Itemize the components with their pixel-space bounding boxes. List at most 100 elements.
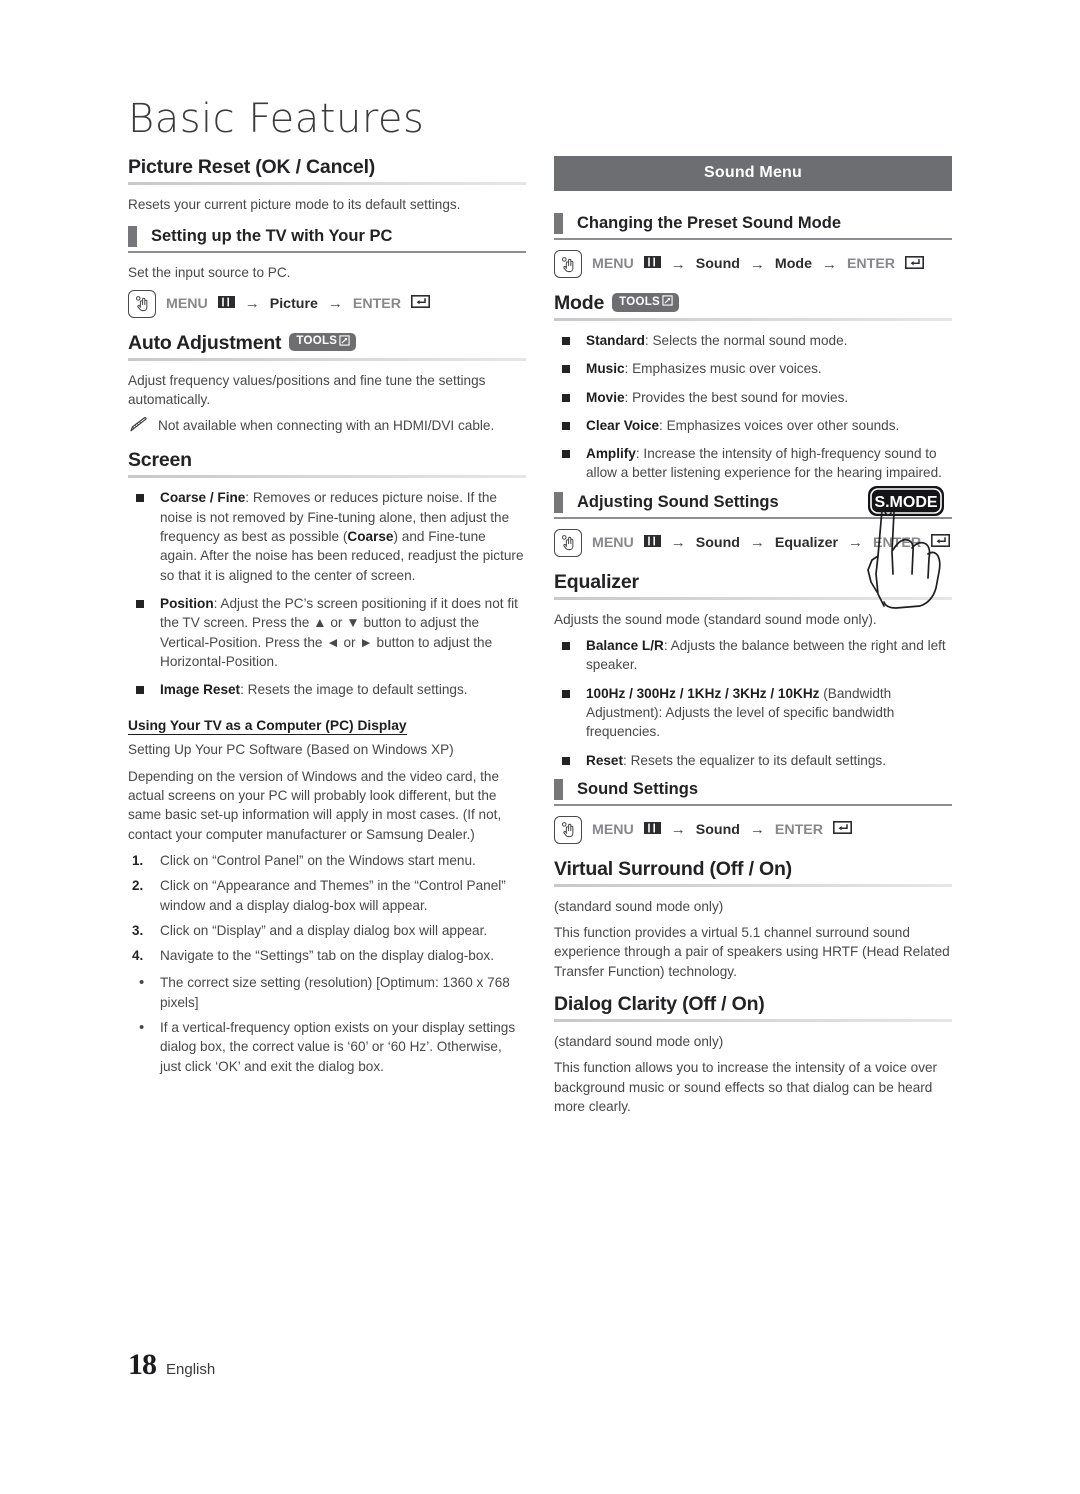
subheading-rule [554,803,952,806]
path-arrow-1: → [670,534,686,552]
mode-section: Mode TOOLS S.MODE Standard: Selects the … [554,292,952,609]
section-heading-equalizer: Equalizer [554,571,952,597]
item-label: Amplify [586,446,636,462]
heading-rule [554,596,952,600]
hand-press-icon [554,250,582,278]
list-item: Coarse / Fine: Removes or reduces pictur… [128,488,526,584]
item-text: : Provides the best sound for movies. [624,389,849,405]
page-title: Basic Features [128,96,425,142]
menu-label: MENU [592,256,634,272]
section-heading-picture-reset: Picture Reset (OK / Cancel) [128,156,526,182]
mode-bullet-list-wide: Amplify: Increase the intensity of high-… [554,444,952,483]
enter-key-icon [905,255,925,273]
subheading-sound-settings: Sound Settings [554,778,952,800]
screen-bullet-list: Coarse / Fine: Removes or reduces pictur… [128,488,526,699]
tools-arrow-icon [662,295,673,310]
subheading-pc-display: Using Your TV as a Computer (PC) Display [128,718,407,736]
path-arrow-1: → [670,255,686,273]
subheading-rule [554,238,952,240]
path-arrow-2: → [749,821,765,839]
tools-badge-label: TOOLS [296,335,338,348]
subheading-adjusting-sound-settings: Adjusting Sound Settings [554,491,952,513]
subheading-text: Sound Settings [577,779,698,798]
pencil-note-icon [129,417,148,438]
item-text: : Emphasizes voices over other sounds. [659,417,900,433]
heading-rule [128,357,526,361]
manual-page: Basic Features Picture Reset (OK / Cance… [0,0,1080,1494]
left-column: Picture Reset (OK / Cancel) Resets your … [128,156,526,1128]
path-arrow-1: → [670,821,686,839]
item-inline-bold: Coarse [347,529,394,545]
enter-key-icon [931,534,951,551]
item-text: : Selects the normal sound mode. [644,333,848,348]
subheading-text: Changing the Preset Sound Mode [577,214,842,232]
item-text: : Resets the equalizer to its default se… [623,752,886,768]
note-text: Not available when connecting with an HD… [158,418,495,434]
item-label: Movie [586,389,625,405]
page-number: 18 [128,1348,157,1381]
enter-key-icon [410,295,430,312]
list-item: Movie: Provides the best sound for movie… [554,388,952,407]
path-step-mode: Mode [774,256,812,272]
virtual-surround-note: (standard sound mode only) [554,898,724,914]
enter-label: ENTER [873,534,922,551]
tools-badge-label: TOOLS [619,295,661,308]
item-label: Balance L/R [586,638,664,654]
subheading-rule [128,251,526,254]
setting-up-pc-body: Set the input source to PC. [128,265,291,281]
section-heading-virtual-surround: Virtual Surround (Off / On) [554,858,952,884]
path-arrow-2: → [749,255,765,273]
item-label: Reset [586,752,624,768]
list-item: Click on “Appearance and Themes” in the … [132,876,506,913]
item-text: : Adjust the PC’s screen positioning if … [160,595,518,669]
path-arrow-1: → [244,295,260,313]
path-arrow-3: → [821,255,837,273]
heading-text: Mode [554,292,605,314]
list-item: Navigate to the “Settings” tab on the di… [132,946,495,965]
enter-label: ENTER [774,821,824,838]
list-item: Music: Emphasizes music over voices. [554,359,952,378]
heading-text: Equalizer [554,570,639,593]
section-heading-dialog-clarity: Dialog Clarity (Off / On) [554,993,952,1019]
path-arrow-2: → [327,295,343,313]
footer-language: English [166,1361,216,1378]
path-step-picture: Picture [269,295,318,312]
auto-adjustment-note: Not available when connecting with an HD… [128,416,526,435]
path-step-sound: Sound [695,256,740,272]
dialog-clarity-body: This function allows you to increase the… [554,1060,938,1114]
tools-badge: TOOLS [612,293,680,312]
path-step-sound: Sound [695,821,740,838]
enter-label: ENTER [846,256,896,272]
subheading-marker-bar [554,213,563,234]
menu-bars-icon [643,256,661,272]
right-column: Sound Menu Changing the Preset Sound Mod… [554,156,952,1128]
section-heading-mode: Mode TOOLS [554,292,952,318]
pc-display-subtitle: Setting Up Your PC Software (Based on Wi… [128,742,454,758]
heading-text: Picture Reset (OK / Cancel) [128,156,376,178]
list-item: The correct size setting (resolution) [O… [128,972,526,1012]
pc-display-body: Depending on the version of Windows and … [128,768,502,842]
list-item: Standard: Selects the normal sound mode. [554,331,952,350]
subheading-preset-sound-mode: Changing the Preset Sound Mode [554,213,952,234]
subheading-marker-bar [554,778,563,800]
item-label: Music [586,361,625,377]
path-arrow-3: → [848,534,863,552]
list-item: 100Hz / 300Hz / 1KHz / 3KHz / 10KHz (Ban… [554,684,952,742]
tools-arrow-icon [339,335,350,350]
hand-press-icon [554,815,582,844]
menu-bars-icon [643,821,661,838]
enter-key-icon [833,821,853,838]
heading-rule [128,182,526,185]
heading-rule [554,318,952,321]
item-text: : Resets the image to default settings. [240,682,468,698]
dialog-clarity-note: (standard sound mode only) [554,1034,724,1050]
section-heading-screen: Screen [128,449,526,475]
section-banner-sound-menu: Sound Menu [554,156,952,191]
subheading-marker-bar [554,491,563,513]
virtual-surround-body: This function provides a virtual 5.1 cha… [554,925,950,979]
list-item: Click on “Display” and a display dialog … [132,921,488,940]
subheading-rule [554,516,952,519]
list-item: Amplify: Increase the intensity of high-… [554,444,952,483]
menu-bars-icon [643,534,661,551]
path-arrow-2: → [749,534,765,552]
